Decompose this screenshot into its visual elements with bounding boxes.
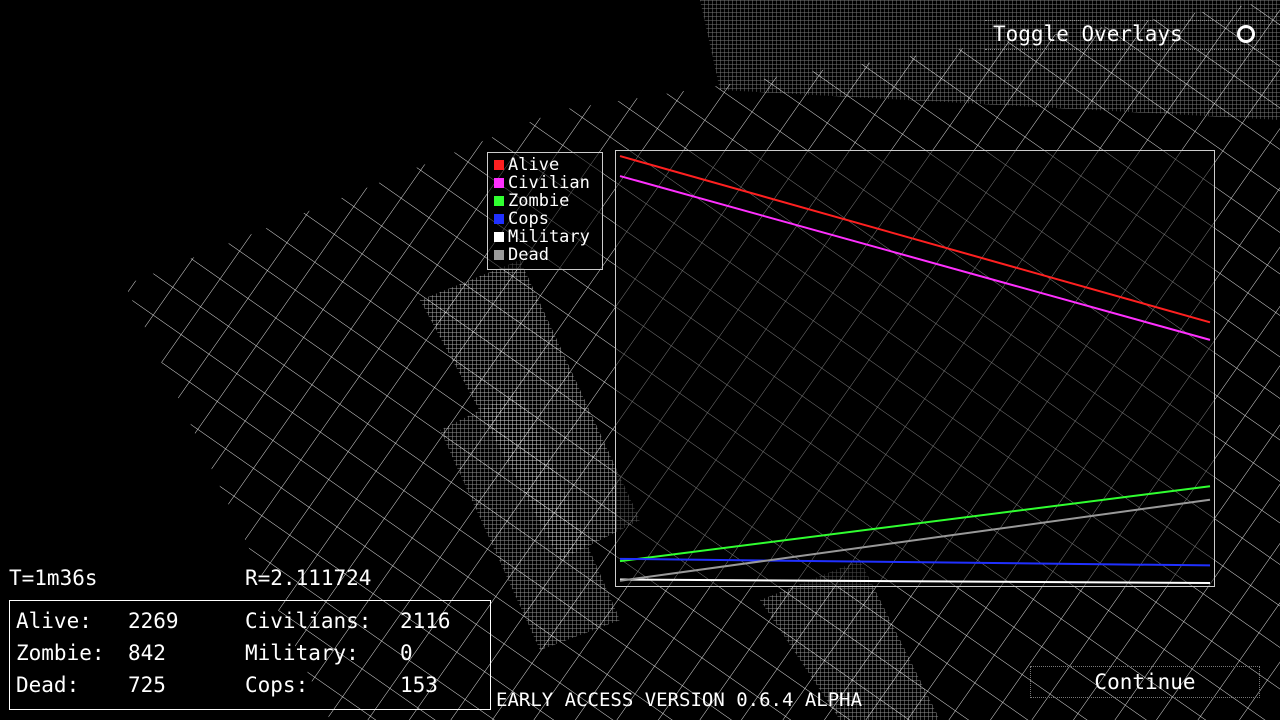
stats-panel: Alive: 2269 Zombie: 842 Dead: 725 Civili…	[9, 600, 491, 710]
legend-swatch	[494, 160, 504, 170]
legend-label: Alive	[508, 155, 560, 175]
legend-item-civilian: Civilian	[494, 174, 590, 192]
legend-item-cops: Cops	[494, 210, 549, 228]
toggle-overlays-label: Toggle Overlays	[993, 22, 1183, 46]
dead-label: Dead:	[16, 673, 80, 697]
legend-swatch	[494, 250, 504, 260]
zombie-label: Zombie:	[16, 641, 105, 665]
legend-item-military: Military	[494, 228, 590, 246]
population-chart	[615, 150, 1215, 587]
dead-value: 725	[128, 673, 166, 697]
legend-label: Civilian	[508, 173, 590, 193]
legend-swatch	[494, 178, 504, 188]
civilians-value: 2116	[400, 609, 451, 633]
series-line-dead	[619, 498, 1211, 582]
legend-label: Zombie	[508, 191, 570, 211]
toggle-overlays-button[interactable]: Toggle Overlays	[985, 20, 1265, 50]
legend-item-dead: Dead	[494, 246, 549, 264]
series-line-zombie	[619, 485, 1211, 563]
legend-item-alive: Alive	[494, 156, 559, 174]
alive-value: 2269	[128, 609, 179, 633]
legend-label: Dead	[508, 245, 549, 265]
legend-swatch	[494, 196, 504, 206]
zombie-value: 842	[128, 641, 166, 665]
version-text: EARLY ACCESS VERSION 0.6.4 ALPHA	[496, 689, 863, 711]
legend-label: Cops	[508, 209, 549, 229]
legend-label: Military	[508, 227, 590, 247]
chart-plot	[619, 155, 1211, 584]
series-line-cops	[619, 557, 1211, 567]
chart-legend: Alive Civilian Zombie Cops Military Dead	[487, 152, 603, 270]
time-readout: T=1m36s	[9, 566, 98, 590]
legend-swatch	[494, 214, 504, 224]
r-readout: R=2.111724	[245, 566, 372, 590]
legend-swatch	[494, 232, 504, 242]
toggle-circle-icon	[1237, 25, 1255, 43]
cops-value: 153	[400, 673, 438, 697]
alive-label: Alive:	[16, 609, 92, 633]
legend-item-zombie: Zombie	[494, 192, 569, 210]
series-line-military	[619, 578, 1211, 584]
cops-label: Cops:	[245, 673, 309, 697]
military-value: 0	[400, 641, 413, 665]
series-line-civilian	[619, 175, 1211, 341]
series-line-alive	[619, 155, 1211, 324]
continue-button[interactable]: Continue	[1030, 666, 1260, 698]
civilians-label: Civilians:	[245, 609, 372, 633]
military-label: Military:	[245, 641, 359, 665]
